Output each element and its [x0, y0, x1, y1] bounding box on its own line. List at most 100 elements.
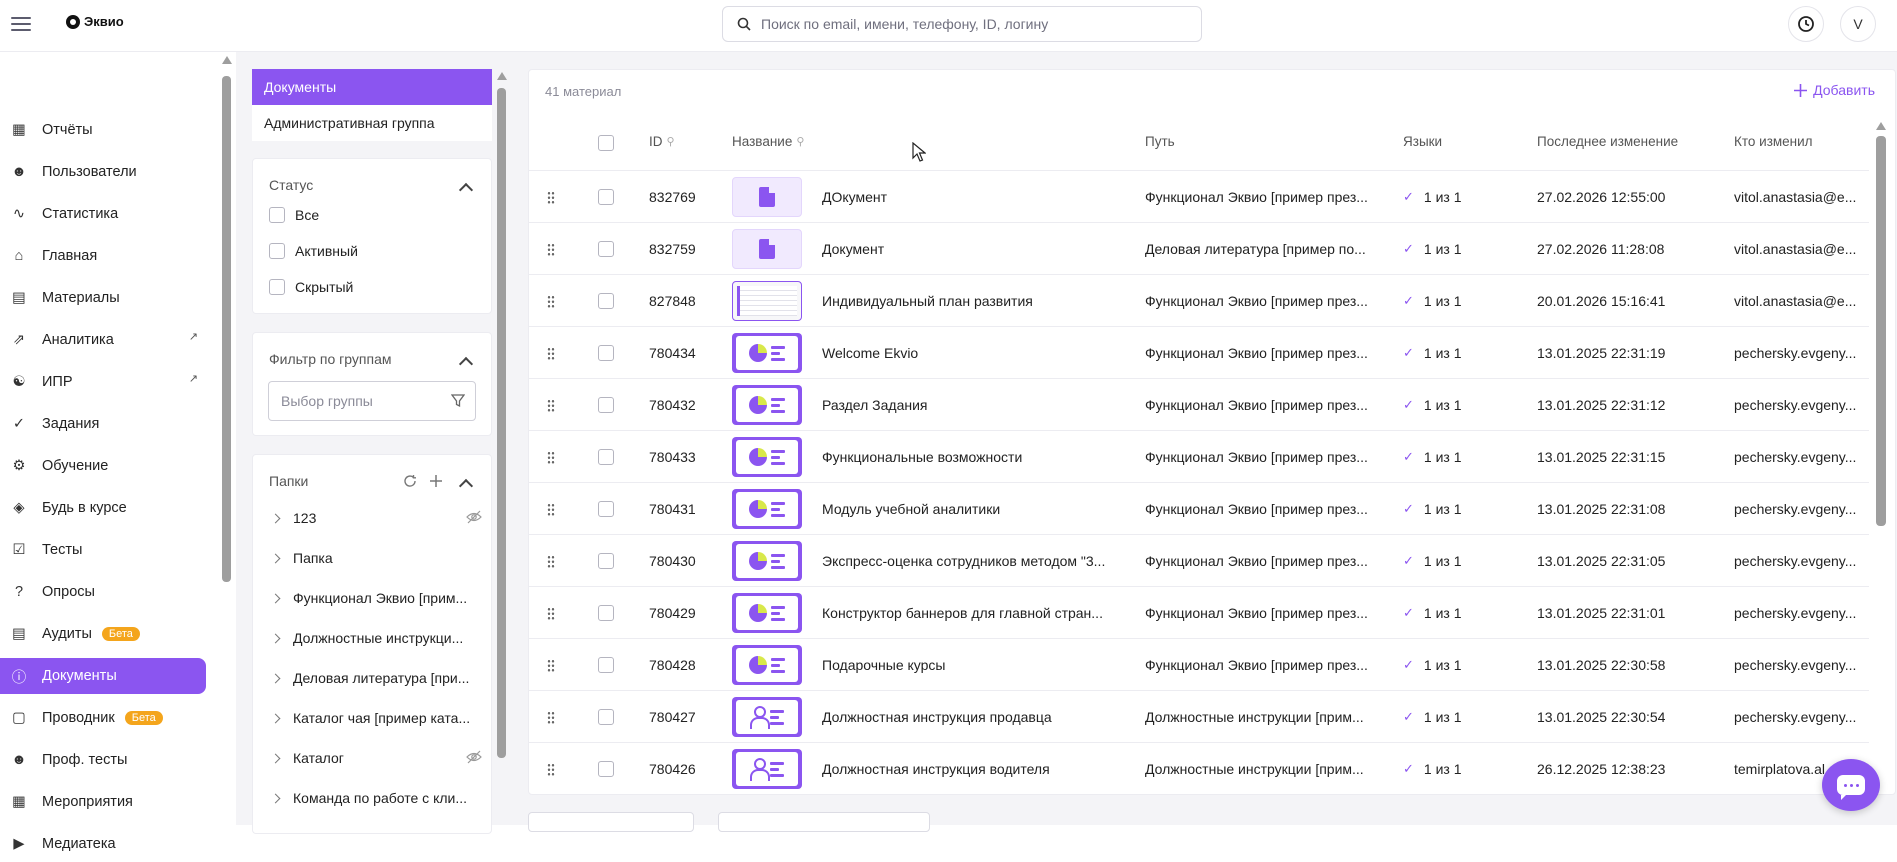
table-row[interactable]: 780428 Подарочные курсы Функционал Эквио [… [529, 638, 1869, 690]
chevron-right-icon[interactable] [270, 713, 281, 723]
drag-handle-icon[interactable] [547, 587, 557, 639]
row-checkbox[interactable] [598, 639, 614, 691]
row-name[interactable]: Индивидуальный план развития [822, 275, 1033, 327]
row-checkbox[interactable] [598, 587, 614, 639]
material-thumbnail[interactable] [732, 743, 802, 794]
search-box[interactable] [722, 6, 1202, 42]
sidebar-item-tasks[interactable]: ✓ Задания [0, 406, 206, 442]
chevron-right-icon[interactable] [270, 753, 281, 763]
sidebar-item-reports[interactable]: ▦ Отчёты [0, 112, 206, 148]
status-option-all[interactable]: Все [269, 207, 319, 223]
drag-handle-icon[interactable] [547, 535, 557, 587]
sidebar-item-events[interactable]: ▦ Мероприятия [0, 784, 206, 820]
table-scrollbar[interactable] [1876, 122, 1886, 682]
drag-handle-icon[interactable] [547, 379, 557, 431]
row-checkbox[interactable] [598, 483, 614, 535]
header-checkbox[interactable] [598, 135, 614, 151]
material-thumbnail[interactable] [732, 171, 802, 223]
menu-icon[interactable] [10, 14, 32, 34]
drag-handle-icon[interactable] [547, 431, 557, 483]
row-checkbox[interactable] [598, 743, 614, 794]
table-row[interactable]: 827848 Индивидуальный план развития Функци… [529, 274, 1869, 326]
table-row[interactable]: 780429 Конструктор баннеров для главной с… [529, 586, 1869, 638]
folder-item[interactable]: Функционал Эквио [прим... [270, 590, 482, 606]
material-thumbnail[interactable] [732, 223, 802, 275]
row-checkbox[interactable] [598, 223, 614, 275]
material-thumbnail[interactable] [732, 483, 802, 535]
table-row[interactable]: 832759 Документ Деловая литература [пример… [529, 222, 1869, 274]
add-folder-icon[interactable] [429, 474, 443, 488]
material-thumbnail[interactable] [732, 535, 802, 587]
row-checkbox[interactable] [598, 275, 614, 327]
drag-handle-icon[interactable] [547, 275, 557, 327]
folder-item[interactable]: Команда по работе с кли... [270, 790, 482, 806]
chevron-right-icon[interactable] [270, 593, 281, 603]
tab-admin-group[interactable]: Административная группа [252, 105, 492, 141]
table-row[interactable]: 780427 Должностная инструкция продавца Дол… [529, 690, 1869, 742]
row-name[interactable]: Экспресс-оценка сотрудников методом "3..… [822, 535, 1105, 587]
folder-item[interactable]: Папка [270, 550, 482, 566]
chevron-up-icon[interactable] [458, 478, 474, 494]
status-option-active[interactable]: Активный [269, 243, 358, 259]
row-checkbox[interactable] [598, 171, 614, 223]
sidebar-item-home[interactable]: ⌂ Главная [0, 238, 206, 274]
material-thumbnail[interactable] [732, 639, 802, 691]
pagination[interactable] [528, 812, 694, 832]
column-languages[interactable]: Языки [1403, 134, 1442, 149]
column-modified[interactable]: Последнее изменение [1537, 134, 1678, 149]
add-button[interactable]: Добавить [1794, 82, 1875, 98]
page-size-select[interactable] [718, 812, 930, 832]
refresh-icon[interactable] [403, 474, 417, 488]
sidebar-item-learning[interactable]: ⚙ Обучение [0, 448, 206, 484]
row-name[interactable]: Welcome Ekvio [822, 327, 918, 379]
group-select[interactable]: Выбор группы [268, 381, 476, 421]
sidebar-item-news[interactable]: ◈ Будь в курсе [0, 490, 206, 526]
chevron-right-icon[interactable] [270, 633, 281, 643]
row-checkbox[interactable] [598, 535, 614, 587]
drag-handle-icon[interactable] [547, 743, 557, 794]
row-checkbox[interactable] [598, 379, 614, 431]
material-thumbnail[interactable] [732, 691, 802, 743]
checkbox[interactable] [269, 207, 285, 223]
avatar[interactable]: V [1840, 6, 1876, 42]
sidebar-item-explorer[interactable]: ▢ Проводник Бета [0, 700, 206, 736]
folder-item[interactable]: Каталог [270, 750, 482, 766]
logo[interactable]: Эквио [66, 14, 124, 29]
row-name[interactable]: Документ [822, 223, 884, 275]
checkbox[interactable] [269, 279, 285, 295]
search-input[interactable] [761, 16, 1181, 32]
sidebar-item-media-library[interactable]: ▶ Медиатека [0, 826, 206, 862]
row-checkbox[interactable] [598, 691, 614, 743]
table-row[interactable]: 780426 Должностная инструкция водителя Дол… [529, 742, 1869, 794]
folder-item[interactable]: 123 [270, 510, 482, 526]
chevron-right-icon[interactable] [270, 673, 281, 683]
history-button[interactable] [1788, 6, 1824, 42]
sidebar-item-audits[interactable]: ▤ Аудиты Бета [0, 616, 206, 652]
table-row[interactable]: 780434 Welcome Ekvio Функционал Эквио [при… [529, 326, 1869, 378]
row-name[interactable]: Конструктор баннеров для главной стран..… [822, 587, 1103, 639]
tab-documents[interactable]: Документы [252, 69, 492, 105]
sidebar-item-materials[interactable]: ▤ Материалы [0, 280, 206, 316]
column-id[interactable]: ID ⚲ [649, 134, 675, 149]
material-thumbnail[interactable] [732, 379, 802, 431]
sidebar-scrollbar[interactable] [222, 56, 232, 826]
material-thumbnail[interactable] [732, 587, 802, 639]
chevron-up-icon[interactable] [458, 182, 474, 198]
drag-handle-icon[interactable] [547, 483, 557, 535]
table-row[interactable]: 780433 Функциональные возможности Функцион… [529, 430, 1869, 482]
drag-handle-icon[interactable] [547, 171, 557, 223]
folder-item[interactable]: Деловая литература [при... [270, 670, 482, 686]
chevron-right-icon[interactable] [270, 513, 281, 523]
drag-handle-icon[interactable] [547, 639, 557, 691]
chat-button[interactable] [1822, 759, 1880, 811]
column-modified-by[interactable]: Кто изменил [1734, 134, 1813, 149]
status-option-hidden[interactable]: Скрытый [269, 279, 353, 295]
table-row[interactable]: 780430 Экспресс-оценка сотрудников методо… [529, 534, 1869, 586]
row-name[interactable]: Раздел Задания [822, 379, 928, 431]
checkbox[interactable] [269, 243, 285, 259]
filter-panel-scrollbar[interactable] [497, 72, 507, 772]
sidebar-item-tests[interactable]: ☑ Тесты [0, 532, 206, 568]
chevron-up-icon[interactable] [458, 356, 474, 372]
drag-handle-icon[interactable] [547, 691, 557, 743]
sidebar-item-surveys[interactable]: ? Опросы [0, 574, 206, 610]
